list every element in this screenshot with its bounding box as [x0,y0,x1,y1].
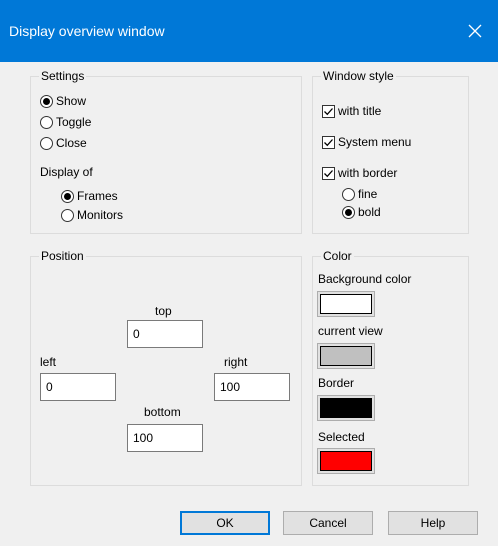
window-style-group-title: Window style [321,69,396,83]
radio-close[interactable]: Close [40,136,87,150]
background-color-button[interactable] [317,291,375,317]
background-color-swatch [320,294,372,314]
checkbox-system-menu[interactable]: System menu [322,135,411,149]
top-label: top [155,304,172,318]
help-button[interactable]: Help [388,511,478,535]
radio-frames-indicator [61,189,74,203]
bottom-input-value: 100 [133,431,154,445]
radio-close-indicator [40,136,53,150]
left-input[interactable]: 0 [40,373,116,401]
checkbox-with-title[interactable]: with title [322,104,381,118]
window-title: Display overview window [9,23,165,39]
checkmark-icon [324,107,333,115]
checkbox-with-border-label: with border [338,166,398,180]
radio-show[interactable]: Show [40,94,86,108]
background-color-label: Background color [318,272,412,286]
border-color-swatch [320,398,372,418]
left-input-value: 0 [46,380,53,394]
selected-color-button[interactable] [317,448,375,474]
right-input-value: 100 [220,380,241,394]
cancel-button[interactable]: Cancel [283,511,373,535]
cancel-button-label: Cancel [309,516,347,530]
radio-close-label: Close [56,136,87,150]
current-view-swatch [320,346,372,366]
radio-show-label: Show [56,94,87,108]
radio-toggle-indicator [40,115,53,129]
top-input[interactable]: 0 [127,320,203,348]
close-icon [468,24,482,38]
position-group-title: Position [39,249,86,263]
radio-bold-indicator [342,205,355,219]
right-label: right [224,355,248,369]
radio-monitors[interactable]: Monitors [61,208,123,222]
top-input-value: 0 [133,327,140,341]
border-color-label: Border [318,376,355,390]
settings-group-title: Settings [39,69,87,83]
display-of-label: Display of [40,165,93,179]
checkmark-icon [324,138,333,146]
radio-show-indicator [40,94,53,108]
radio-toggle[interactable]: Toggle [40,115,91,129]
close-button[interactable] [452,15,498,47]
right-input[interactable]: 100 [214,373,290,401]
radio-frames-label: Frames [77,189,118,203]
radio-monitors-indicator [61,208,74,222]
checkmark-icon [324,169,333,177]
radio-bold-label: bold [358,205,381,219]
left-label: left [40,355,57,369]
checkbox-system-menu-box [322,135,335,149]
title-bar: Display overview window [0,0,498,62]
help-button-label: Help [420,516,446,530]
selected-color-label: Selected [318,430,365,444]
checkbox-with-border[interactable]: with border [322,166,397,180]
color-group-title: Color [321,249,354,263]
border-color-button[interactable] [317,395,375,421]
checkbox-with-title-label: with title [338,104,382,118]
selected-color-swatch [320,451,372,471]
window-style-group: Window style [312,69,469,234]
checkbox-with-title-box [322,104,335,118]
checkbox-system-menu-label: System menu [338,135,412,149]
ok-button[interactable]: OK [180,511,270,535]
current-view-color-button[interactable] [317,343,375,369]
radio-fine-indicator [342,187,355,201]
radio-toggle-label: Toggle [56,115,92,129]
radio-monitors-label: Monitors [77,208,124,222]
checkbox-with-border-box [322,166,335,180]
radio-frames[interactable]: Frames [61,189,118,203]
radio-fine-label: fine [358,187,378,201]
ok-button-label: OK [216,516,234,530]
bottom-input[interactable]: 100 [127,424,203,452]
radio-bold[interactable]: bold [342,205,381,219]
bottom-label: bottom [144,405,181,419]
radio-fine[interactable]: fine [342,187,377,201]
current-view-label: current view [318,324,383,338]
